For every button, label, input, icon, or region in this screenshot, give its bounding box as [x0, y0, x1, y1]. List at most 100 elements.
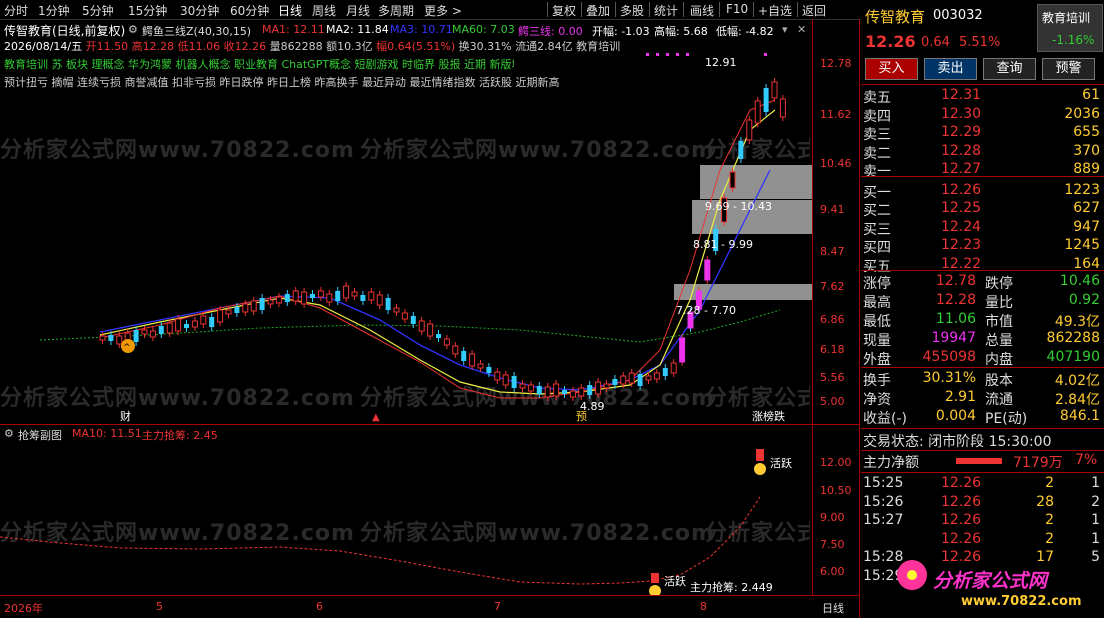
candle-body — [427, 323, 434, 337]
net-pct: 7% — [1075, 452, 1098, 468]
tongji-button[interactable]: 统计 — [654, 2, 678, 19]
sector-box[interactable]: 教育培训 -1.16% — [1037, 4, 1103, 52]
candle-body — [116, 335, 123, 345]
buy-button[interactable]: 买入 — [865, 58, 918, 80]
bid-row[interactable]: 买一 12.26 1223 — [861, 181, 1104, 201]
candle-body — [401, 312, 408, 320]
level-price: 12.30 — [941, 105, 982, 122]
fuquan-button[interactable]: 复权 — [552, 2, 576, 19]
huaxian-button[interactable]: 画线 — [690, 2, 714, 19]
tab-monthly[interactable]: 月线 — [346, 2, 370, 19]
tab-daily[interactable]: 日线 — [278, 2, 302, 19]
stat-row: 收益(-) 0.004 PE(动) 846.1 — [863, 408, 1100, 427]
flower-center — [907, 570, 917, 580]
level-price: 12.25 — [941, 200, 982, 216]
ask-row[interactable]: 卖四 12.30 2036 — [861, 105, 1104, 125]
gap-label-1: 9.69 - 10.43 — [705, 200, 772, 213]
tab-60min[interactable]: 60分钟 — [230, 2, 269, 19]
candle-body — [275, 296, 282, 304]
candle-body — [553, 383, 560, 397]
trade-state: 交易状态: 闭市阶段 15:30:00 — [863, 434, 1052, 450]
candle-body — [603, 383, 610, 389]
candle-body — [141, 329, 148, 335]
yu-label: 预 — [576, 410, 587, 423]
zdt-label: 涨榜跌 — [752, 409, 785, 423]
candle-body — [326, 293, 333, 303]
candle-body — [578, 387, 585, 397]
period-label[interactable]: 日线 — [822, 600, 844, 616]
f10-button[interactable]: F10 — [726, 2, 748, 16]
candle-body — [511, 376, 517, 388]
tab-30min[interactable]: 30分钟 — [180, 2, 219, 19]
candle-body — [166, 322, 173, 334]
bid-row[interactable]: 买三 12.24 947 — [861, 218, 1104, 238]
alert-button[interactable]: 预警 — [1042, 58, 1095, 80]
ask-row[interactable]: 卖二 12.28 370 — [861, 142, 1104, 162]
level-price: 12.31 — [941, 87, 982, 103]
candle-body — [301, 291, 308, 305]
candle-body — [527, 384, 534, 392]
tab-fenshi[interactable]: 分时 — [4, 2, 28, 19]
ask-row[interactable]: 卖三 12.29 655 — [861, 123, 1104, 143]
active-label-2: 活跃 — [664, 574, 686, 588]
back-button[interactable]: 返回 — [802, 2, 826, 19]
candle-body — [645, 375, 652, 381]
candle-body — [738, 141, 744, 159]
sub-y-label: 12.00 — [820, 456, 852, 469]
y-label: 12.78 — [820, 57, 852, 70]
sell-button[interactable]: 卖出 — [924, 58, 977, 80]
candle-body — [704, 259, 711, 281]
stat-row: 最高 12.28 量比 0.92 — [863, 292, 1100, 311]
candle-body — [99, 335, 106, 341]
candle-body — [771, 81, 778, 99]
tab-15min[interactable]: 15分钟 — [128, 2, 167, 19]
marker-icon: ▲ — [372, 412, 380, 423]
candle-body — [637, 374, 643, 386]
candle-body — [763, 88, 769, 112]
candle-body — [494, 371, 501, 381]
y-label: 7.62 — [820, 280, 845, 293]
sub-y-label: 6.00 — [820, 565, 845, 578]
level-volume: 370 — [1073, 142, 1100, 159]
candle-body — [175, 318, 182, 332]
y-label: 5.00 — [820, 395, 845, 408]
candle-body — [209, 317, 215, 327]
sub-chart[interactable]: ⚙ 抢筹副图 MA10: 11.51 主力抢筹: 2.45 活跃 活跃 主力抢筹… — [0, 427, 812, 595]
level-volume: 947 — [1073, 218, 1100, 235]
candle-body — [393, 307, 400, 313]
y-label: 6.86 — [820, 313, 845, 326]
tab-1min[interactable]: 1分钟 — [38, 2, 70, 19]
medal-icon — [754, 463, 766, 475]
logo-url: www.70822.com — [961, 594, 1082, 609]
ask-row[interactable]: 卖五 12.31 61 — [861, 86, 1104, 106]
diejia-button[interactable]: 叠加 — [586, 2, 610, 19]
query-button[interactable]: 查询 — [983, 58, 1036, 80]
price-change: 0.64 — [921, 35, 950, 50]
level-label: 卖一 — [863, 164, 891, 180]
candle-body — [149, 330, 156, 338]
candle-body — [746, 119, 753, 141]
zhuli-line — [0, 496, 761, 585]
candle-body — [360, 295, 366, 301]
bid-row[interactable]: 买二 12.25 627 — [861, 199, 1104, 219]
candle-body — [376, 294, 383, 306]
candle-body — [200, 315, 207, 325]
bid-row[interactable]: 买四 12.23 1245 — [861, 236, 1104, 256]
end-label: 主力抢筹: 2.449 — [690, 580, 773, 594]
tick-row: 12.26 2 1 — [941, 530, 1100, 547]
tab-more[interactable]: 更多 > — [424, 2, 462, 19]
stat-row: 最低 11.06 市值 49.3亿 — [863, 311, 1100, 330]
candle-body — [779, 98, 786, 118]
net-bar — [956, 458, 1002, 464]
tab-multi[interactable]: 多周期 — [378, 2, 414, 19]
add-watchlist-button[interactable]: +自选 — [758, 2, 792, 19]
candle-body — [486, 367, 492, 373]
tab-weekly[interactable]: 周线 — [312, 2, 336, 19]
duogu-button[interactable]: 多股 — [620, 2, 644, 19]
level-volume: 655 — [1073, 124, 1100, 140]
y-label: 8.47 — [820, 245, 845, 258]
candle-body — [284, 294, 290, 302]
tab-5min[interactable]: 5分钟 — [82, 2, 114, 19]
ma3-line — [99, 169, 771, 391]
main-chart[interactable]: 12.91 4.89 9.69 - 10.43 8.81 - 9.99 7.28… — [0, 20, 812, 425]
